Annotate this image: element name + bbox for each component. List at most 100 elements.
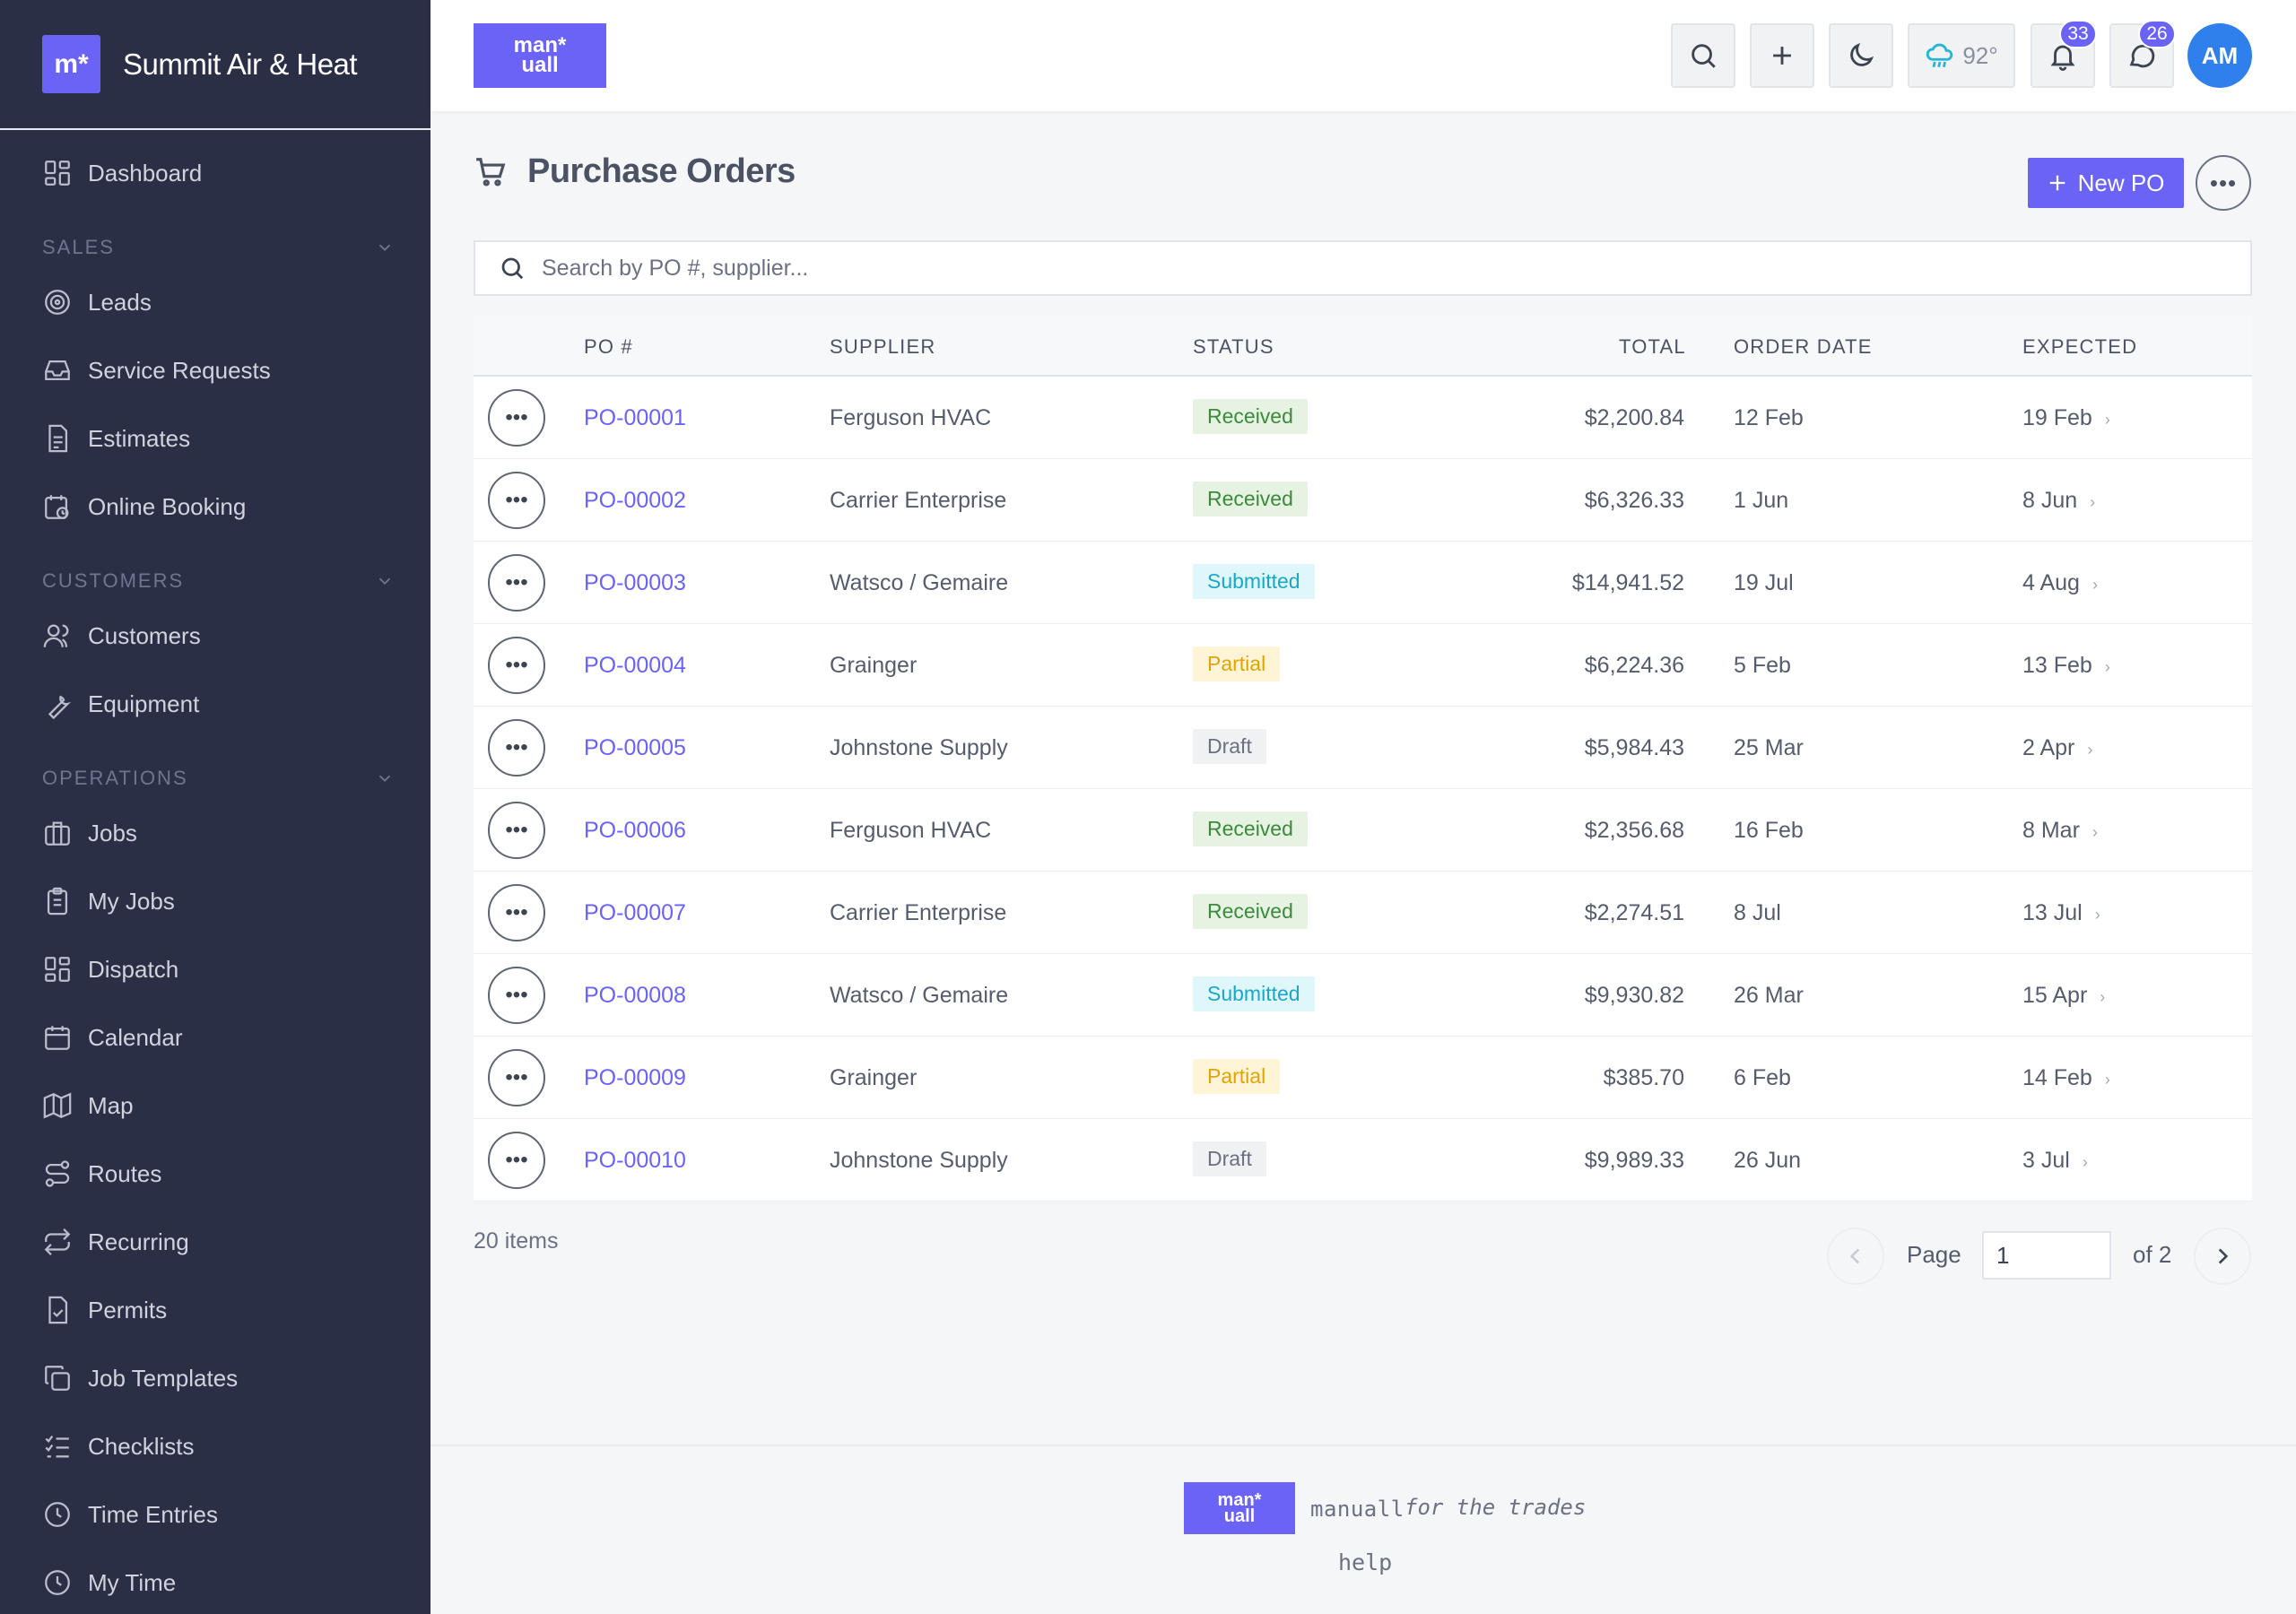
sidebar-item-service-requests[interactable]: Service Requests	[0, 336, 430, 404]
nav-section-sales[interactable]: SALES	[0, 207, 430, 268]
notifications-button[interactable]: 33	[2031, 20, 2097, 88]
sidebar-item-checklists[interactable]: Checklists	[0, 1412, 430, 1480]
table-row[interactable]: ••• PO-00005 Johnstone Supply Draft $5,984.4…	[474, 707, 2252, 789]
column-header-supplier[interactable]: SUPPLIER	[830, 335, 935, 359]
weather-widget[interactable]: 92°	[1908, 23, 2015, 88]
expected-date: 8 Mar	[2022, 818, 2080, 843]
chevron-left-icon	[1849, 1248, 1860, 1264]
nav-section-customers[interactable]: CUSTOMERS	[0, 541, 430, 602]
prev-page-button[interactable]	[1827, 1228, 1884, 1285]
expected-date: 4 Aug	[2022, 570, 2080, 595]
add-button[interactable]	[1750, 23, 1814, 88]
table-row[interactable]: ••• PO-00004 Grainger Partial $6,224.36 5 Feb…	[474, 624, 2252, 707]
table-row[interactable]: ••• PO-00008 Watsco / Gemaire Submitted $9,9…	[474, 954, 2252, 1037]
supplier-cell: Watsco / Gemaire	[830, 983, 1009, 1008]
row-actions-button[interactable]: •••	[488, 554, 545, 612]
search-button[interactable]	[1671, 23, 1735, 88]
header-logo[interactable]: man* uall	[474, 23, 606, 88]
status-badge: Submitted	[1193, 976, 1315, 1011]
column-header-status[interactable]: STATUS	[1193, 335, 1274, 359]
sidebar-item-calendar[interactable]: Calendar	[0, 1003, 430, 1072]
sidebar-item-jobs[interactable]: Jobs	[0, 799, 430, 867]
expected-date: 13 Jul	[2022, 900, 2083, 925]
page-number-input[interactable]	[1982, 1231, 2111, 1280]
sidebar-item-recurring[interactable]: Recurring	[0, 1208, 430, 1276]
po-number-link[interactable]: PO-00009	[584, 1065, 686, 1091]
sidebar-item-dispatch[interactable]: Dispatch	[0, 935, 430, 1003]
brand[interactable]: m* Summit Air & Heat	[0, 0, 430, 130]
sidebar-item-customers[interactable]: Customers	[0, 602, 430, 670]
status-badge: Draft	[1193, 729, 1266, 764]
table-row[interactable]: ••• PO-00003 Watsco / Gemaire Submitted $14,…	[474, 542, 2252, 624]
table-row[interactable]: ••• PO-00001 Ferguson HVAC Received $2,200.8…	[474, 377, 2252, 459]
sidebar-item-my-jobs[interactable]: My Jobs	[0, 867, 430, 935]
dark-mode-toggle[interactable]	[1829, 23, 1893, 88]
column-header-expected[interactable]: EXPECTED	[2022, 335, 2137, 359]
table-row[interactable]: ••• PO-00009 Grainger Partial $385.70 6 Feb 14…	[474, 1037, 2252, 1119]
table-row[interactable]: ••• PO-00002 Carrier Enterprise Received $6,…	[474, 459, 2252, 542]
po-number-link[interactable]: PO-00005	[584, 735, 686, 761]
row-actions-button[interactable]: •••	[488, 389, 545, 447]
sidebar-item-online-booking[interactable]: Online Booking	[0, 473, 430, 541]
next-page-button[interactable]	[2194, 1228, 2251, 1285]
sidebar-item-label: My Jobs	[88, 887, 175, 915]
supplier-cell: Carrier Enterprise	[830, 488, 1007, 513]
column-header-total[interactable]: TOTAL	[1619, 335, 1686, 359]
sidebar-item-equipment[interactable]: Equipment	[0, 670, 430, 738]
ellipsis-icon: •••	[505, 1148, 528, 1172]
sidebar-item-label: Dispatch	[88, 955, 179, 983]
sidebar-item-label: Checklists	[88, 1432, 195, 1460]
sidebar-item-job-templates[interactable]: Job Templates	[0, 1344, 430, 1412]
table-row[interactable]: ••• PO-00010 Johnstone Supply Draft $9,989.3…	[474, 1119, 2252, 1202]
po-number-link[interactable]: PO-00010	[584, 1148, 686, 1174]
sidebar-item-time-entries[interactable]: Time Entries	[0, 1480, 430, 1549]
user-avatar[interactable]: AM	[2187, 23, 2252, 88]
sidebar-item-leads[interactable]: Leads	[0, 268, 430, 336]
chevron-right-icon: ›	[2082, 1153, 2088, 1171]
sidebar-item-permits[interactable]: Permits	[0, 1276, 430, 1344]
po-number-link[interactable]: PO-00008	[584, 983, 686, 1009]
row-actions-button[interactable]: •••	[488, 884, 545, 941]
sidebar-item-label: Customers	[88, 621, 201, 649]
row-actions-button[interactable]: •••	[488, 967, 545, 1024]
row-actions-button[interactable]: •••	[488, 719, 545, 777]
po-number-link[interactable]: PO-00002	[584, 488, 686, 514]
status-badge: Received	[1193, 399, 1308, 434]
messages-button[interactable]: 26	[2109, 20, 2176, 88]
checklist-icon	[45, 1435, 69, 1458]
chevron-right-icon: ›	[2087, 741, 2093, 759]
po-number-link[interactable]: PO-00006	[584, 818, 686, 844]
sidebar-item-estimates[interactable]: Estimates	[0, 404, 430, 473]
sidebar-item-label: Routes	[88, 1159, 162, 1187]
new-po-button[interactable]: New PO	[2028, 158, 2184, 208]
nav-section-operations[interactable]: OPERATIONS	[0, 738, 430, 799]
sidebar-item-dashboard[interactable]: Dashboard	[0, 139, 430, 207]
sidebar-item-my-time[interactable]: My Time	[0, 1549, 430, 1614]
row-actions-button[interactable]: •••	[488, 637, 545, 694]
page-more-button[interactable]: •••	[2196, 155, 2251, 211]
row-actions-button[interactable]: •••	[488, 1132, 545, 1189]
chevron-right-icon: ›	[2090, 493, 2096, 511]
row-actions-button[interactable]: •••	[488, 472, 545, 529]
expected-cell: 3 Jul ›	[2022, 1148, 2088, 1174]
column-header-order-date[interactable]: ORDER DATE	[1734, 335, 1873, 359]
sidebar-item-map[interactable]: Map	[0, 1072, 430, 1140]
sidebar-item-routes[interactable]: Routes	[0, 1140, 430, 1208]
column-header-po[interactable]: PO #	[584, 335, 633, 359]
po-number-link[interactable]: PO-00001	[584, 405, 686, 431]
calendar-clock-icon	[45, 495, 69, 519]
row-actions-button[interactable]: •••	[488, 1049, 545, 1106]
help-link[interactable]: help	[1338, 1549, 1392, 1575]
footer-logo[interactable]: man* uall	[1184, 1482, 1295, 1534]
table-row[interactable]: ••• PO-00006 Ferguson HVAC Received $2,356.6…	[474, 789, 2252, 872]
table-row[interactable]: ••• PO-00007 Carrier Enterprise Received $2,…	[474, 872, 2252, 954]
users-icon	[43, 624, 69, 647]
search-input[interactable]	[542, 255, 2156, 282]
supplier-cell: Ferguson HVAC	[830, 818, 992, 843]
row-actions-button[interactable]: •••	[488, 802, 545, 859]
page-label: Page	[1907, 1241, 1961, 1268]
po-number-link[interactable]: PO-00003	[584, 570, 686, 596]
po-number-link[interactable]: PO-00004	[584, 653, 686, 679]
po-number-link[interactable]: PO-00007	[584, 900, 686, 926]
route-icon	[45, 1160, 70, 1187]
